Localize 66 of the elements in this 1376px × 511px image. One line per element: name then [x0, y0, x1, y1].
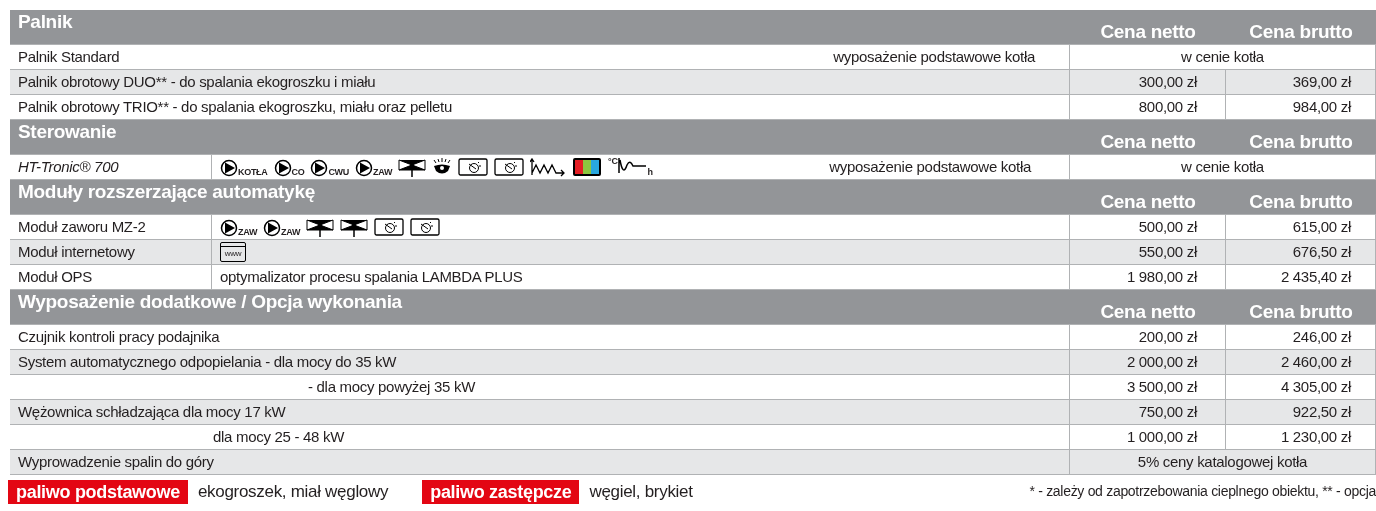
gross-price: 369,00 zł: [1292, 71, 1351, 92]
net-price: 500,00 zł: [1138, 216, 1197, 237]
thermostat-icon: [458, 157, 489, 177]
column-header: Cena netto: [1100, 191, 1196, 214]
net-price: 800,00 zł: [1138, 96, 1197, 117]
row-label: Wężownica schładzająca dla mocy 17 kW: [18, 401, 286, 422]
section-title: Moduły rozszerzające automatykę: [17, 180, 316, 203]
column-header: Cena brutto: [1249, 21, 1353, 44]
net-price: 750,00 zł: [1138, 401, 1197, 422]
net-price: 1 000,00 zł: [1126, 426, 1197, 447]
fuel-list: węgiel, brykiet: [589, 478, 693, 505]
price-note: 5% ceny katalogowej kotła: [1137, 451, 1308, 472]
price-note: w cenie kotła: [1181, 46, 1264, 67]
gross-price: 246,00 zł: [1292, 326, 1351, 347]
row-description: wyposażenie podstawowe kotła: [829, 156, 1033, 177]
net-price: 200,00 zł: [1138, 326, 1197, 347]
column-header: Cena brutto: [1249, 131, 1353, 154]
column-header: Cena netto: [1100, 301, 1196, 324]
gross-price: 2 460,00 zł: [1280, 351, 1351, 372]
valve-icon: [306, 217, 335, 237]
thermostat-icon: [410, 217, 441, 237]
row-label: Wyprowadzenie spalin do góry: [18, 451, 214, 472]
row-description: wyposażenie podstawowe kotła: [833, 46, 1037, 67]
net-price: 550,00 zł: [1138, 241, 1197, 262]
thermostat-icon: [494, 157, 525, 177]
column-header: Cena brutto: [1249, 301, 1353, 324]
row-label: Palnik obrotowy TRIO** - do spalania ekogroszku, miału oraz pelletu: [18, 96, 453, 117]
fuel-tag: paliwo zastępcze: [422, 479, 580, 504]
gross-price: 1 230,00 zł: [1280, 426, 1351, 447]
gross-price: 676,50 zł: [1292, 241, 1351, 262]
section-title: Wyposażenie dodatkowe / Opcja wykonania: [17, 290, 403, 313]
net-price: 3 500,00 zł: [1126, 376, 1197, 397]
fuel-list: ekogroszek, miał węglowy: [197, 478, 389, 505]
row-label: Moduł internetowy: [18, 241, 135, 262]
net-price: 2 000,00 zł: [1126, 351, 1197, 372]
section-title: Sterowanie: [17, 120, 118, 143]
gross-price: 922,50 zł: [1292, 401, 1351, 422]
fuel-tag: paliwo podstawowe: [8, 479, 188, 504]
buffer-icon: [530, 157, 567, 177]
gross-price: 2 435,40 zł: [1280, 266, 1351, 287]
column-header: Cena brutto: [1249, 191, 1353, 214]
row-label: Czujnik kontroli pracy podajnika: [18, 326, 220, 347]
web-module-icon: www: [220, 242, 246, 262]
net-price: 300,00 zł: [1138, 71, 1197, 92]
valve-icon: [340, 217, 369, 237]
section-title: Palnik: [17, 10, 74, 33]
column-header: Cena netto: [1100, 131, 1196, 154]
column-header: Cena netto: [1100, 21, 1196, 44]
row-label: dla mocy 25 - 48 kW: [213, 426, 344, 447]
thermostat-icon: [374, 217, 405, 237]
price-note: w cenie kotła: [1181, 156, 1264, 177]
row-label: System automatycznego odpopielania - dla mocy do 35 kW: [18, 351, 397, 372]
footnote: * - zależy od zapotrzebowania cieplnego obiektu, ** - opcja: [1029, 482, 1376, 501]
row-label: - dla mocy powyżej 35 kW: [308, 376, 476, 397]
valve-icon: [398, 157, 427, 177]
row-label: Moduł OPS: [18, 266, 92, 287]
row-label: Palnik Standard: [18, 46, 120, 67]
gross-price: 615,00 zł: [1292, 216, 1351, 237]
row-label: HT-Tronic® 700: [18, 156, 119, 177]
net-price: 1 980,00 zł: [1126, 266, 1197, 287]
row-label: Palnik obrotowy DUO** - do spalania ekogroszku i miału: [18, 71, 376, 92]
row-description: optymalizator procesu spalania LAMBDA PLUS: [220, 266, 523, 287]
color-display-icon: [572, 157, 603, 177]
gross-price: 984,00 zł: [1292, 96, 1351, 117]
gross-price: 4 305,00 zł: [1280, 376, 1351, 397]
row-label: Moduł zaworu MZ-2: [18, 216, 146, 237]
